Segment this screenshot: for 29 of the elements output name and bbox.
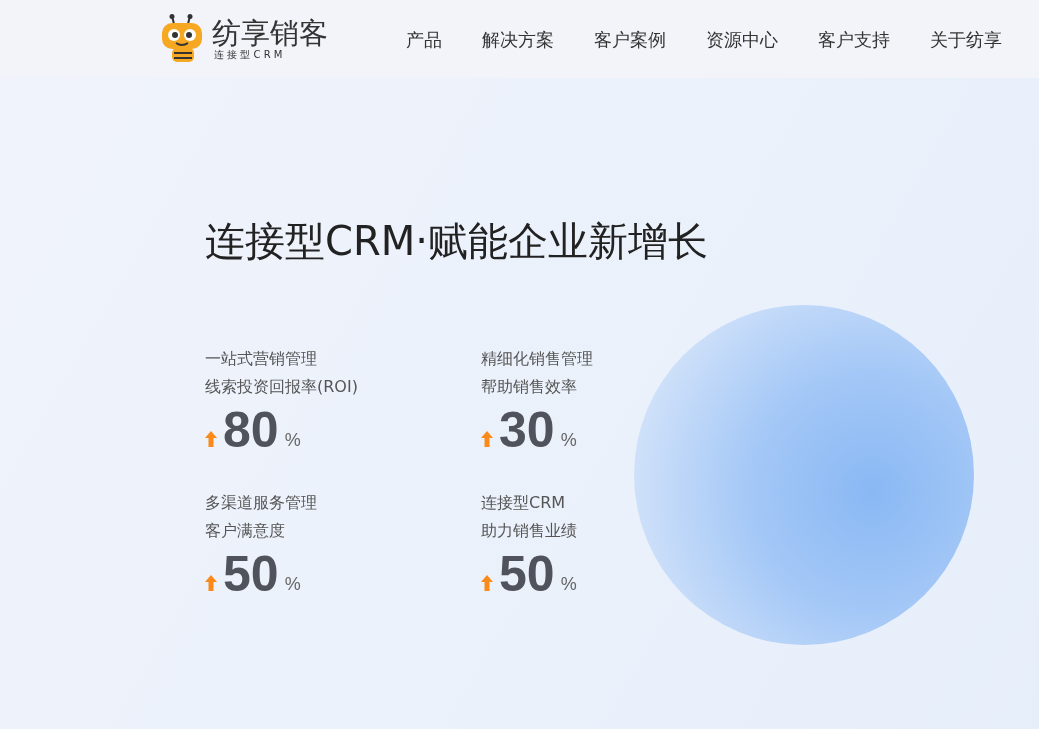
brand-tagline: 连 接 型 C R M: [213, 49, 284, 61]
hero-title: 连接型CRM·赋能企业新增长: [205, 217, 709, 266]
stat-label: 多渠道服务管理: [205, 492, 318, 514]
stat-label: 客户满意度: [205, 520, 286, 542]
stat-value: 30: [499, 401, 555, 459]
brand-name: 纺享销客: [212, 17, 328, 49]
stat-label: 线索投资回报率(ROI): [205, 376, 359, 398]
up-arrow-icon: [481, 431, 493, 447]
stat-unit: %: [284, 573, 301, 596]
stat-label: 精细化销售管理: [481, 348, 594, 370]
nav-link[interactable]: 产品: [406, 25, 442, 53]
nav-link[interactable]: 客户案例: [594, 25, 666, 53]
stat-label: 助力销售业绩: [481, 520, 578, 542]
stat-label: 连接型CRM: [481, 492, 567, 514]
stat-unit: %: [560, 573, 577, 596]
stat-value: 50: [499, 545, 555, 603]
nav-link[interactable]: 资源中心: [706, 25, 778, 53]
up-arrow-icon: [205, 575, 217, 591]
nav-link[interactable]: 解决方案: [482, 25, 554, 53]
stat-unit: %: [284, 429, 301, 452]
stat-unit: %: [560, 429, 577, 452]
nav-link[interactable]: 关于纺享: [930, 25, 1002, 53]
nav-link[interactable]: 客户支持: [818, 25, 890, 53]
up-arrow-icon: [481, 575, 493, 591]
stat-label: 帮助销售效率: [481, 376, 578, 398]
stat-value: 50: [223, 545, 279, 603]
stat-value: 80: [223, 401, 279, 459]
up-arrow-icon: [205, 431, 217, 447]
stat-label: 一站式营销管理: [205, 348, 318, 370]
